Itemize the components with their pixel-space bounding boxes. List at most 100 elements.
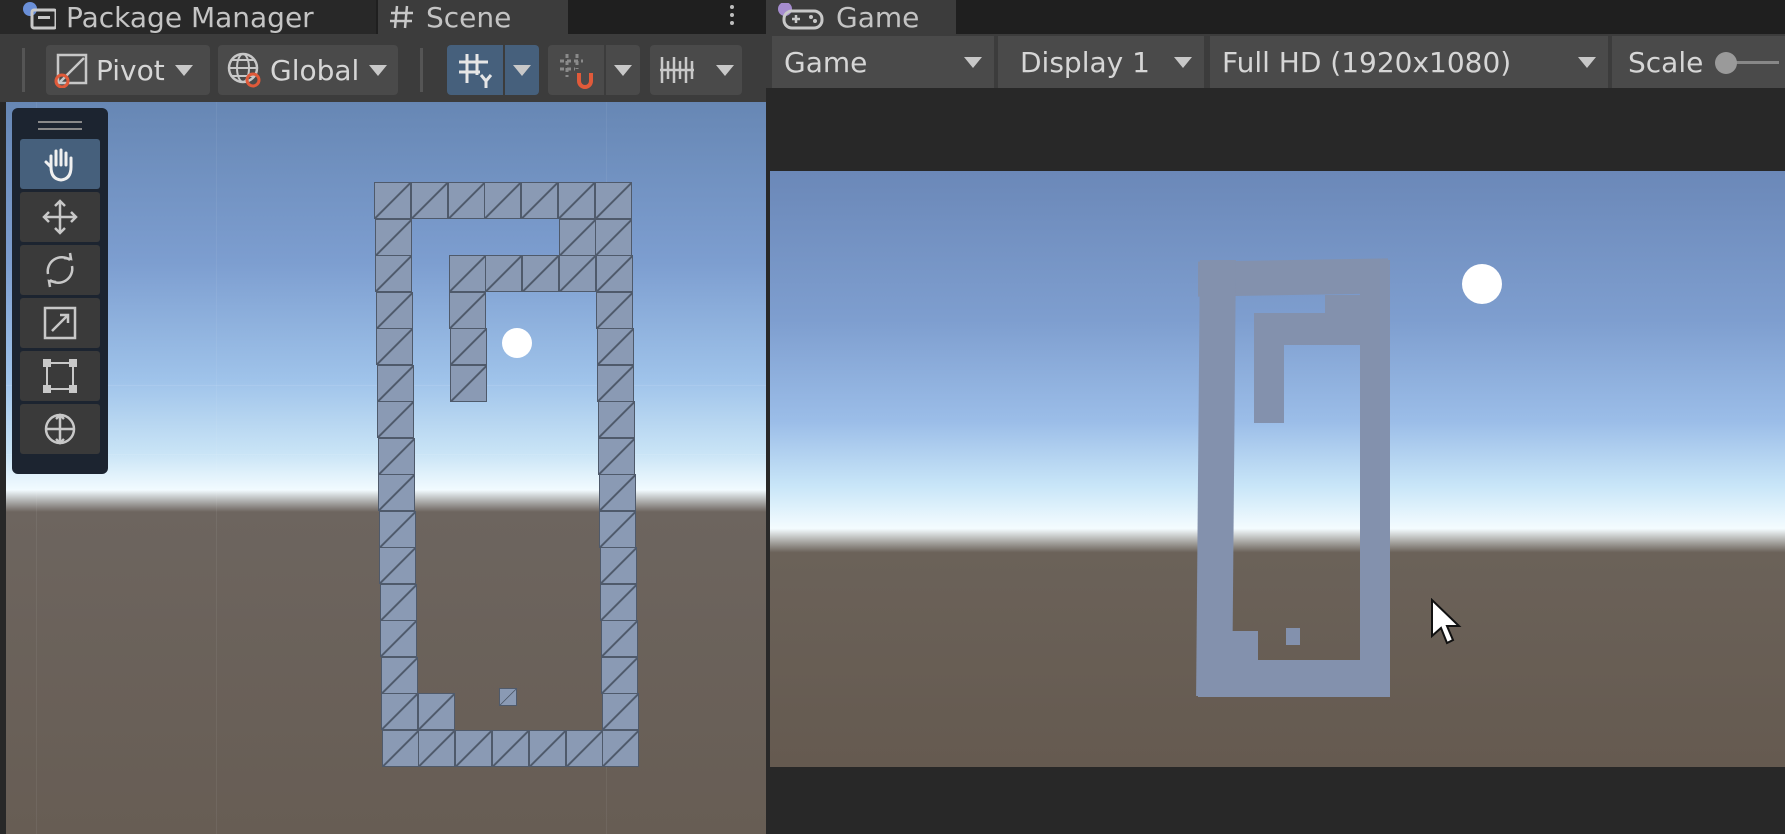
maze-block[interactable]	[491, 729, 529, 767]
hand-icon	[44, 148, 73, 182]
tab-game[interactable]: Game	[766, 0, 956, 34]
maze-block[interactable]	[378, 474, 415, 511]
resolution-dropdown[interactable]: Full HD (1920x1080)	[1210, 36, 1608, 88]
tab-scene-label: Scene	[426, 0, 512, 34]
maze-block[interactable]	[418, 729, 456, 767]
maze-block[interactable]	[375, 291, 413, 329]
maze-block[interactable]	[448, 255, 486, 292]
maze-block[interactable]	[602, 729, 640, 767]
maze-block[interactable]	[599, 547, 637, 584]
chevron-down-icon	[174, 64, 193, 76]
move-arrows-icon	[42, 199, 78, 235]
scale-tool-button[interactable]	[20, 298, 100, 348]
maze-block[interactable]	[410, 182, 448, 219]
transform-icon	[44, 413, 76, 445]
maze-block[interactable]	[558, 182, 595, 219]
chevron-down-icon	[369, 64, 388, 76]
maze-block[interactable]	[598, 437, 636, 475]
maze-block[interactable]	[565, 729, 603, 767]
rotate-tool-button[interactable]	[20, 245, 100, 295]
maze-block[interactable]	[376, 328, 413, 365]
maze-block[interactable]	[377, 401, 414, 438]
scene-goal-block[interactable]	[499, 688, 517, 706]
maze-block[interactable]	[600, 583, 638, 621]
align-bars-icon	[660, 57, 694, 83]
maze-block[interactable]	[484, 182, 522, 219]
scene-hash-icon	[390, 5, 413, 29]
rect-tool-button[interactable]	[20, 351, 100, 401]
maze-block[interactable]	[449, 291, 487, 329]
resolution-label: Full HD (1920x1080)	[1222, 45, 1512, 79]
display-dropdown[interactable]: Display 1	[998, 36, 1204, 88]
maze-block[interactable]	[376, 364, 414, 402]
maze-block[interactable]	[521, 182, 559, 219]
move-tool-button[interactable]	[20, 192, 100, 242]
snap-align-dropdown[interactable]	[650, 45, 742, 95]
maze-block[interactable]	[601, 656, 639, 694]
maze-block[interactable]	[379, 583, 417, 621]
global-dropdown[interactable]: Global	[218, 45, 398, 95]
maze-block[interactable]	[597, 401, 635, 438]
maze-block[interactable]	[600, 620, 638, 657]
maze-block[interactable]	[449, 328, 487, 365]
scale-slider-knob[interactable]	[1715, 51, 1738, 74]
game-tab-strip: Game	[766, 0, 1785, 34]
global-label: Global	[270, 53, 360, 87]
maze-block[interactable]	[455, 729, 493, 767]
tab-scene[interactable]: Scene	[378, 0, 568, 34]
maze-goal-block	[1286, 628, 1300, 645]
hand-tool-button[interactable]	[20, 139, 100, 189]
maze-block[interactable]	[596, 291, 634, 329]
maze-block[interactable]	[594, 182, 632, 219]
maze-block[interactable]	[595, 218, 633, 256]
maze-block[interactable]	[375, 255, 412, 292]
maze-block[interactable]	[374, 182, 411, 219]
maze-block[interactable]	[381, 729, 419, 767]
snap-increment-dropdown[interactable]	[606, 45, 640, 95]
maze-block[interactable]	[595, 255, 633, 292]
maze-block[interactable]	[559, 255, 596, 292]
grid-snap-dropdown[interactable]	[505, 45, 539, 95]
maze-block[interactable]	[380, 620, 417, 657]
maze-block[interactable]	[601, 693, 639, 730]
view-mode-label: Game	[784, 45, 868, 79]
scale-slider[interactable]	[1715, 51, 1780, 74]
maze-block[interactable]	[598, 474, 636, 511]
game-viewport[interactable]	[770, 171, 1785, 767]
maze-wall-right	[1360, 260, 1390, 694]
maze-block[interactable]	[380, 656, 418, 694]
pivot-icon	[54, 53, 88, 88]
maze-block[interactable]	[377, 437, 415, 475]
tool-palette-handle[interactable]	[20, 114, 100, 136]
chevron-down-icon	[964, 56, 982, 68]
scene-viewport[interactable]	[6, 102, 766, 834]
maze-block[interactable]	[378, 510, 416, 548]
maze-block[interactable]	[599, 510, 637, 548]
toolbar-grip[interactable]	[22, 48, 25, 92]
maze-block[interactable]	[528, 729, 566, 767]
tab-game-label: Game	[836, 0, 920, 34]
rect-transform-icon	[43, 359, 77, 393]
maze-block[interactable]	[379, 547, 416, 584]
tab-menu-button[interactable]	[722, 0, 742, 30]
maze-block[interactable]	[447, 182, 485, 219]
chevron-down-icon	[614, 64, 632, 76]
maze-block[interactable]	[417, 693, 455, 730]
maze-block[interactable]	[522, 255, 560, 292]
grid-snap-toggle[interactable]	[447, 45, 503, 95]
magnet-grid-icon	[560, 54, 593, 89]
pivot-dropdown[interactable]: Pivot	[46, 45, 210, 95]
maze-block[interactable]	[450, 364, 488, 402]
transform-tool-button[interactable]	[20, 404, 100, 454]
maze-block[interactable]	[381, 693, 418, 730]
maze-block[interactable]	[374, 218, 412, 256]
toolbar-grip[interactable]	[420, 48, 423, 92]
maze-block[interactable]	[558, 218, 596, 256]
snap-increment-toggle[interactable]	[548, 45, 604, 95]
maze-block[interactable]	[596, 328, 634, 365]
tab-package-manager[interactable]: Package Manager	[0, 0, 376, 34]
game-view-mode-dropdown[interactable]: Game	[772, 36, 994, 88]
chevron-down-icon	[513, 64, 531, 76]
maze-block[interactable]	[597, 364, 635, 402]
maze-block[interactable]	[485, 255, 523, 292]
